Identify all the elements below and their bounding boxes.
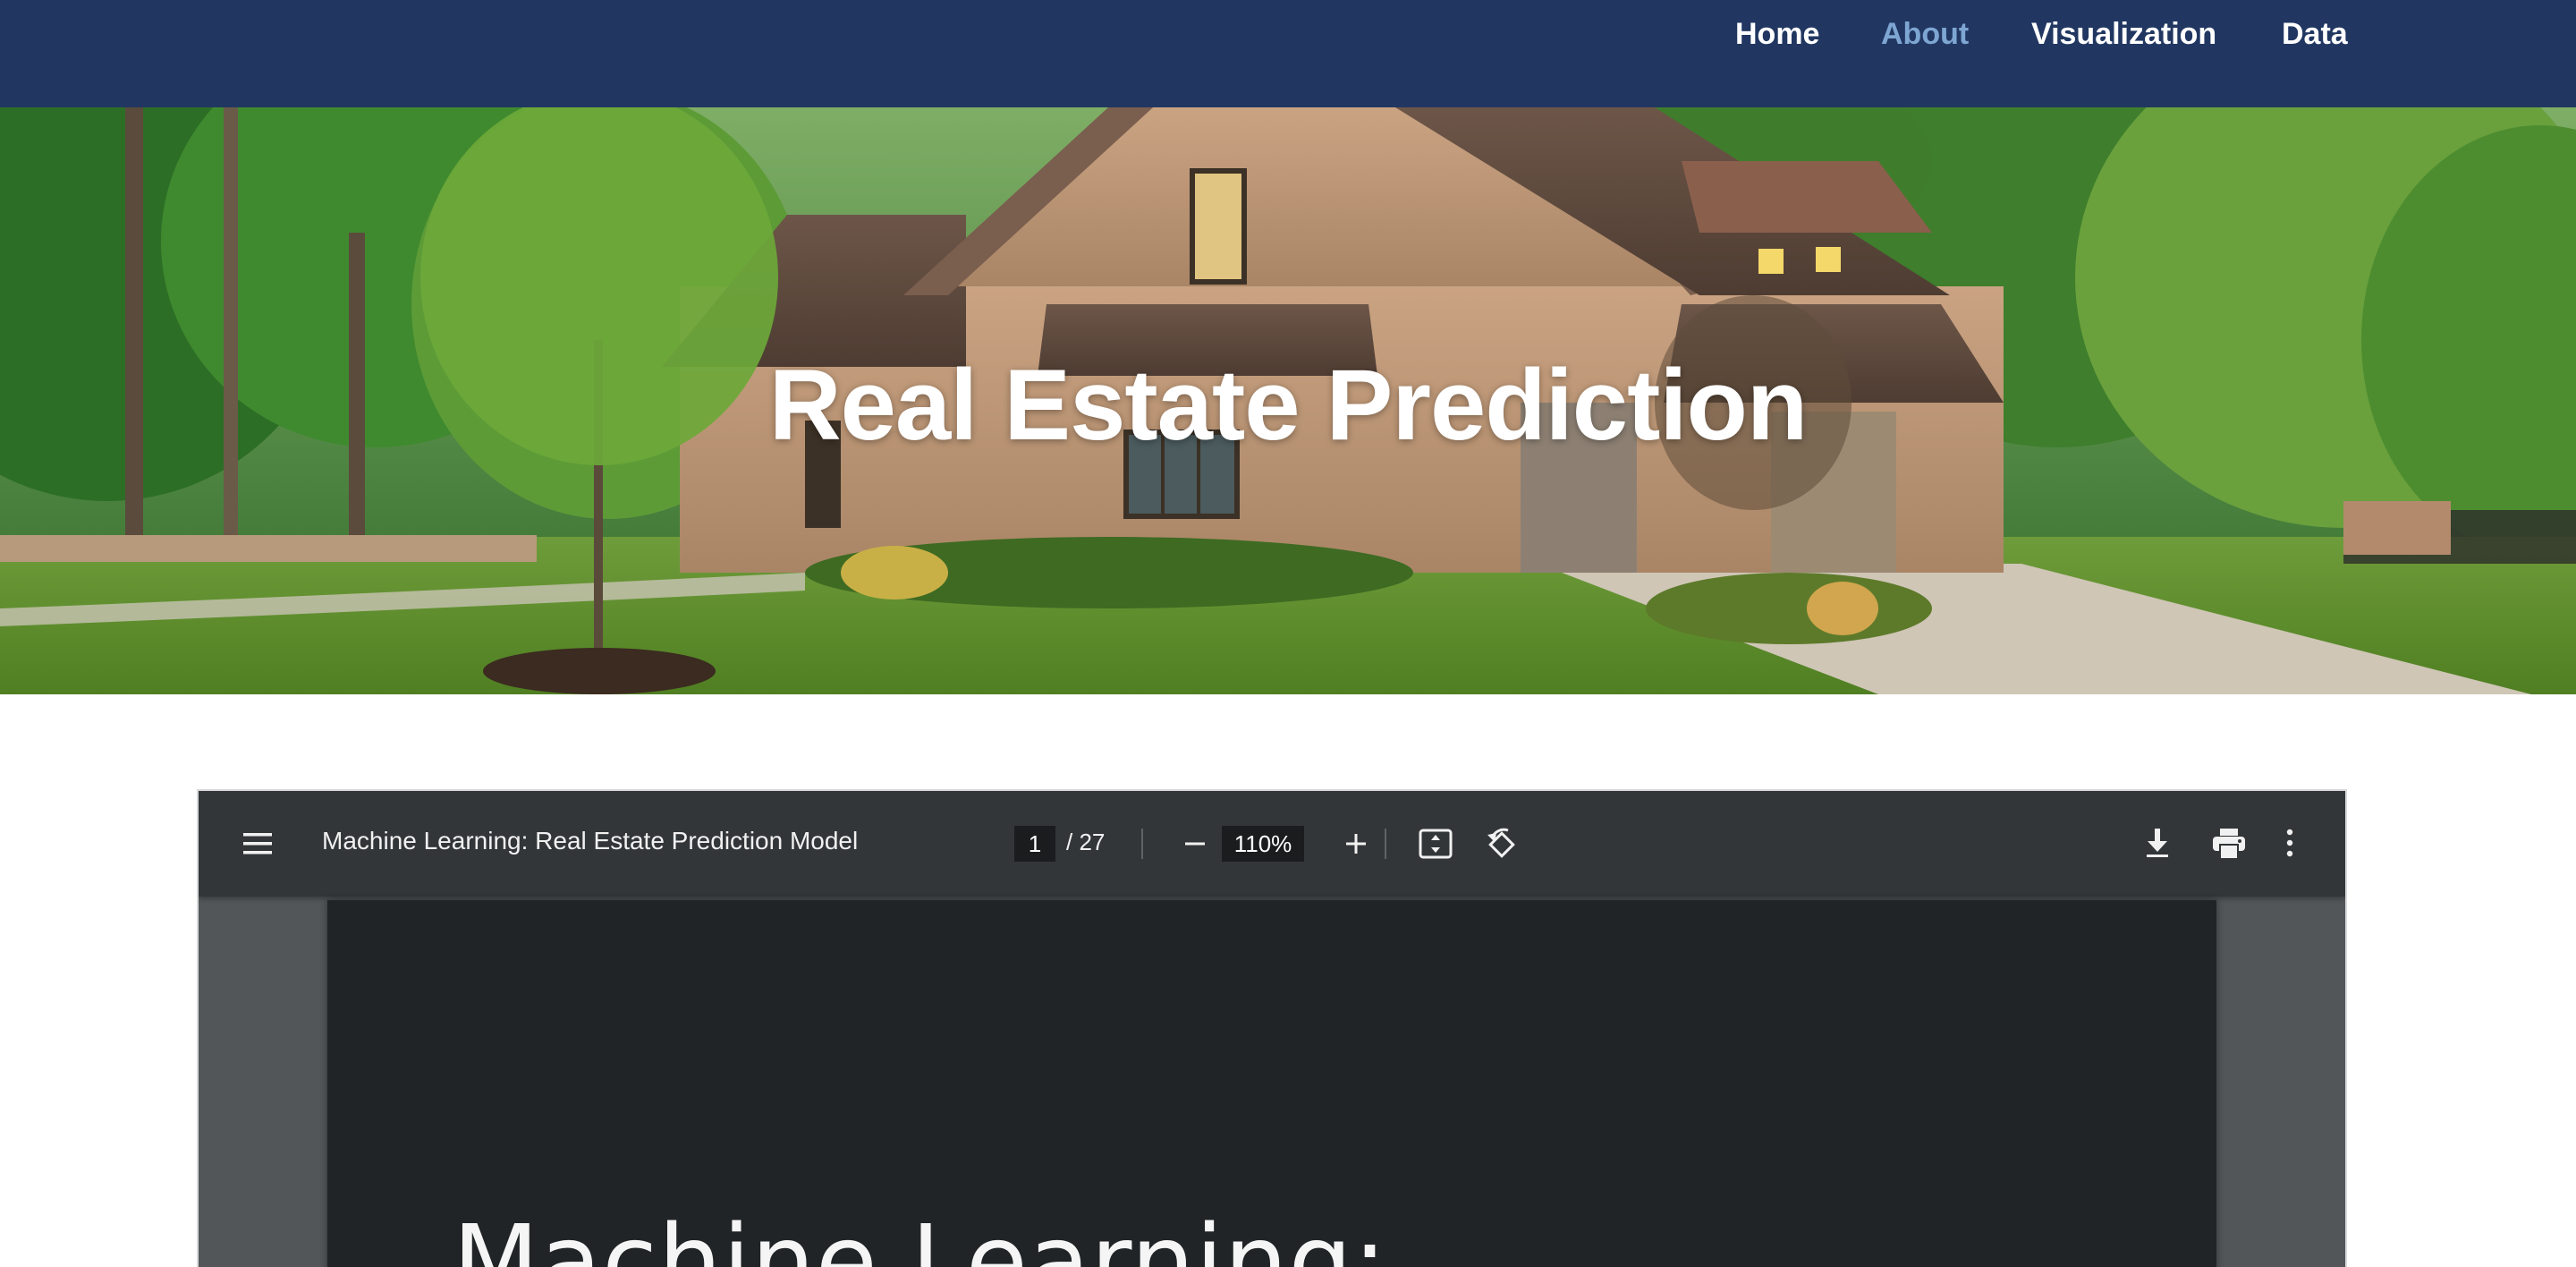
download-icon[interactable] [2143,827,2172,859]
top-navbar: Home About Visualization Data [0,0,2576,107]
toolbar-divider [1141,829,1143,859]
page-number-input[interactable] [1014,826,1055,862]
zoom-in-icon[interactable] [1343,831,1368,856]
pdf-page-heading: Machine Learning: [453,1204,1388,1267]
zoom-out-icon[interactable] [1182,831,1208,856]
page-count: / 27 [1066,829,1106,855]
nav-home-link[interactable]: Home [1735,13,1819,55]
toolbar-divider [1385,829,1386,859]
nav-data-link[interactable]: Data [2282,13,2348,55]
nav-visualization-link[interactable]: Visualization [2031,13,2216,55]
zoom-level-input[interactable] [1222,826,1304,862]
rotate-icon[interactable] [1485,826,1519,862]
pdf-document-title: Machine Learning: Real Estate Prediction… [322,827,859,855]
more-vert-icon[interactable] [2283,827,2297,859]
pdf-viewer[interactable]: Machine Learning: Real Estate Prediction… [197,789,2347,1267]
nav-about-link[interactable]: About [1881,13,1969,55]
print-icon[interactable] [2211,827,2247,861]
pdf-page[interactable]: Machine Learning: [327,900,2216,1267]
menu-icon[interactable] [242,829,274,858]
hero-title: Real Estate Prediction [768,349,1809,461]
pdf-toolbar: Machine Learning: Real Estate Prediction… [199,791,2345,897]
fit-page-icon[interactable] [1419,828,1453,860]
hero-banner: Real Estate Prediction [0,107,2576,694]
